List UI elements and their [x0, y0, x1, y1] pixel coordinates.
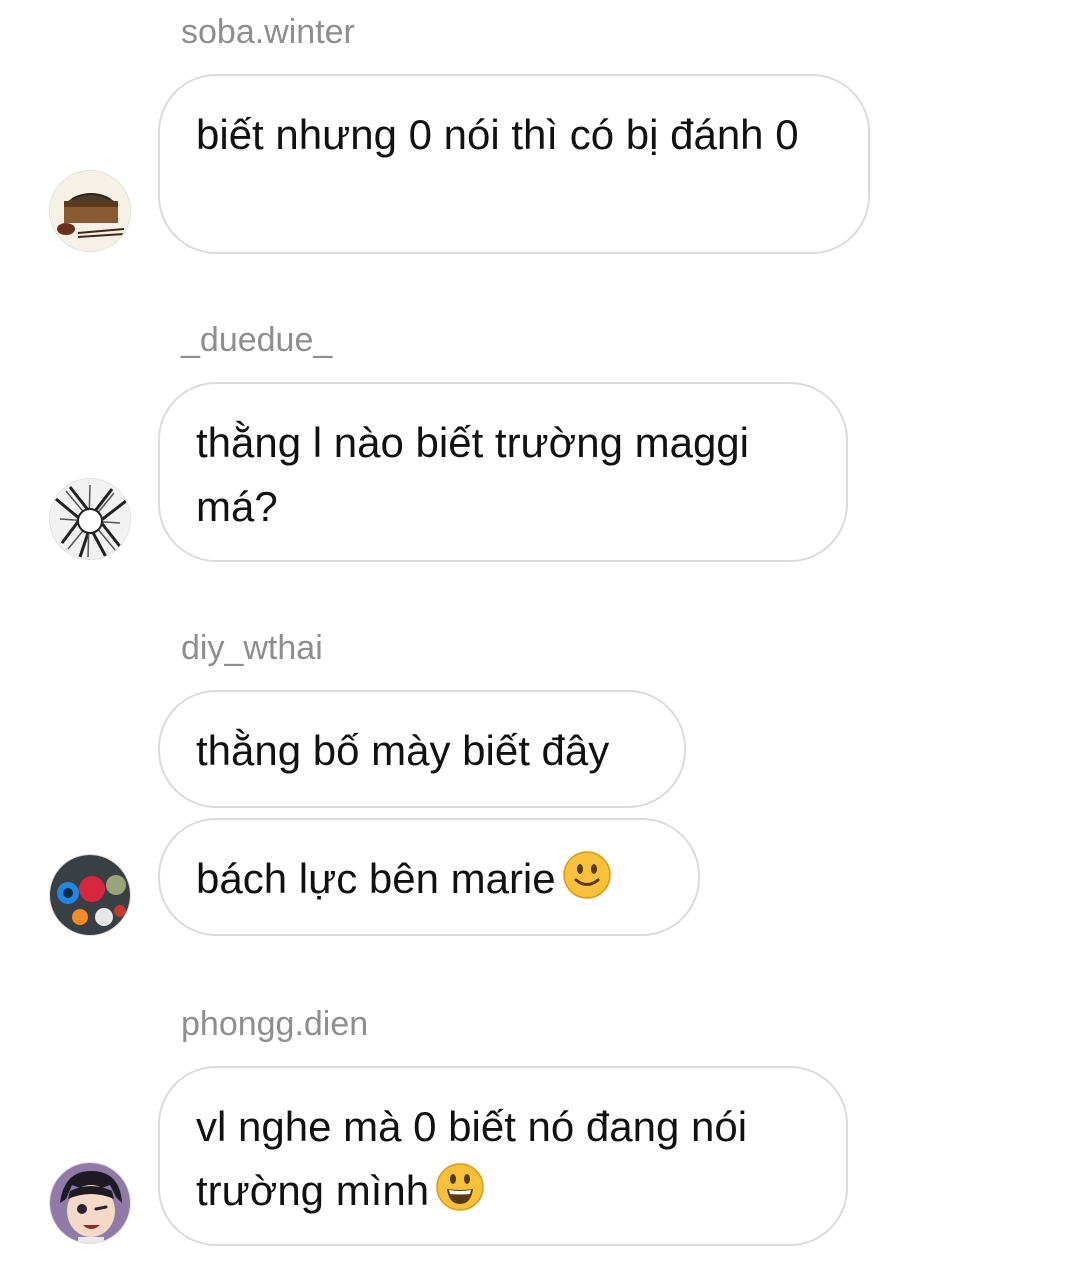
message-bubble[interactable]: bách lực bên marie	[158, 818, 700, 936]
message-bubble[interactable]: thằng l nào biết trường maggi má?	[158, 382, 848, 562]
slightly-smiling-face-icon	[562, 850, 612, 918]
message-text: biết nhưng 0 nói thì có bị đánh 0	[196, 111, 799, 158]
username-diy-wthai[interactable]: diy_wthai	[181, 628, 323, 668]
message-bubble[interactable]: vl nghe mà 0 biết nó đang nói trường mìn…	[158, 1066, 848, 1246]
message-text: bách lực bên marie	[196, 855, 556, 902]
anime-face-avatar-icon	[50, 1163, 130, 1243]
message-bubble[interactable]: biết nhưng 0 nói thì có bị đánh 0	[158, 74, 870, 254]
manga-sketch-avatar-icon	[50, 479, 130, 559]
message-text: thằng l nào biết trường maggi má?	[196, 419, 749, 530]
message-bubble[interactable]: thằng bố mày biết đây	[158, 690, 686, 808]
username-duedue[interactable]: _duedue_	[181, 320, 332, 360]
username-phongg-dien[interactable]: phongg.dien	[181, 1004, 368, 1044]
soba-noodles-avatar-icon	[50, 171, 130, 251]
fruit-stickers-avatar-icon	[50, 855, 130, 935]
avatar-diy-wthai[interactable]	[49, 854, 131, 936]
message-text: thằng bố mày biết đây	[196, 727, 610, 774]
avatar-duedue[interactable]	[49, 478, 131, 560]
avatar-phongg-dien[interactable]	[49, 1162, 131, 1244]
avatar-soba-winter[interactable]	[49, 170, 131, 252]
username-soba-winter[interactable]: soba.winter	[181, 12, 355, 52]
grinning-face-icon	[435, 1162, 485, 1230]
